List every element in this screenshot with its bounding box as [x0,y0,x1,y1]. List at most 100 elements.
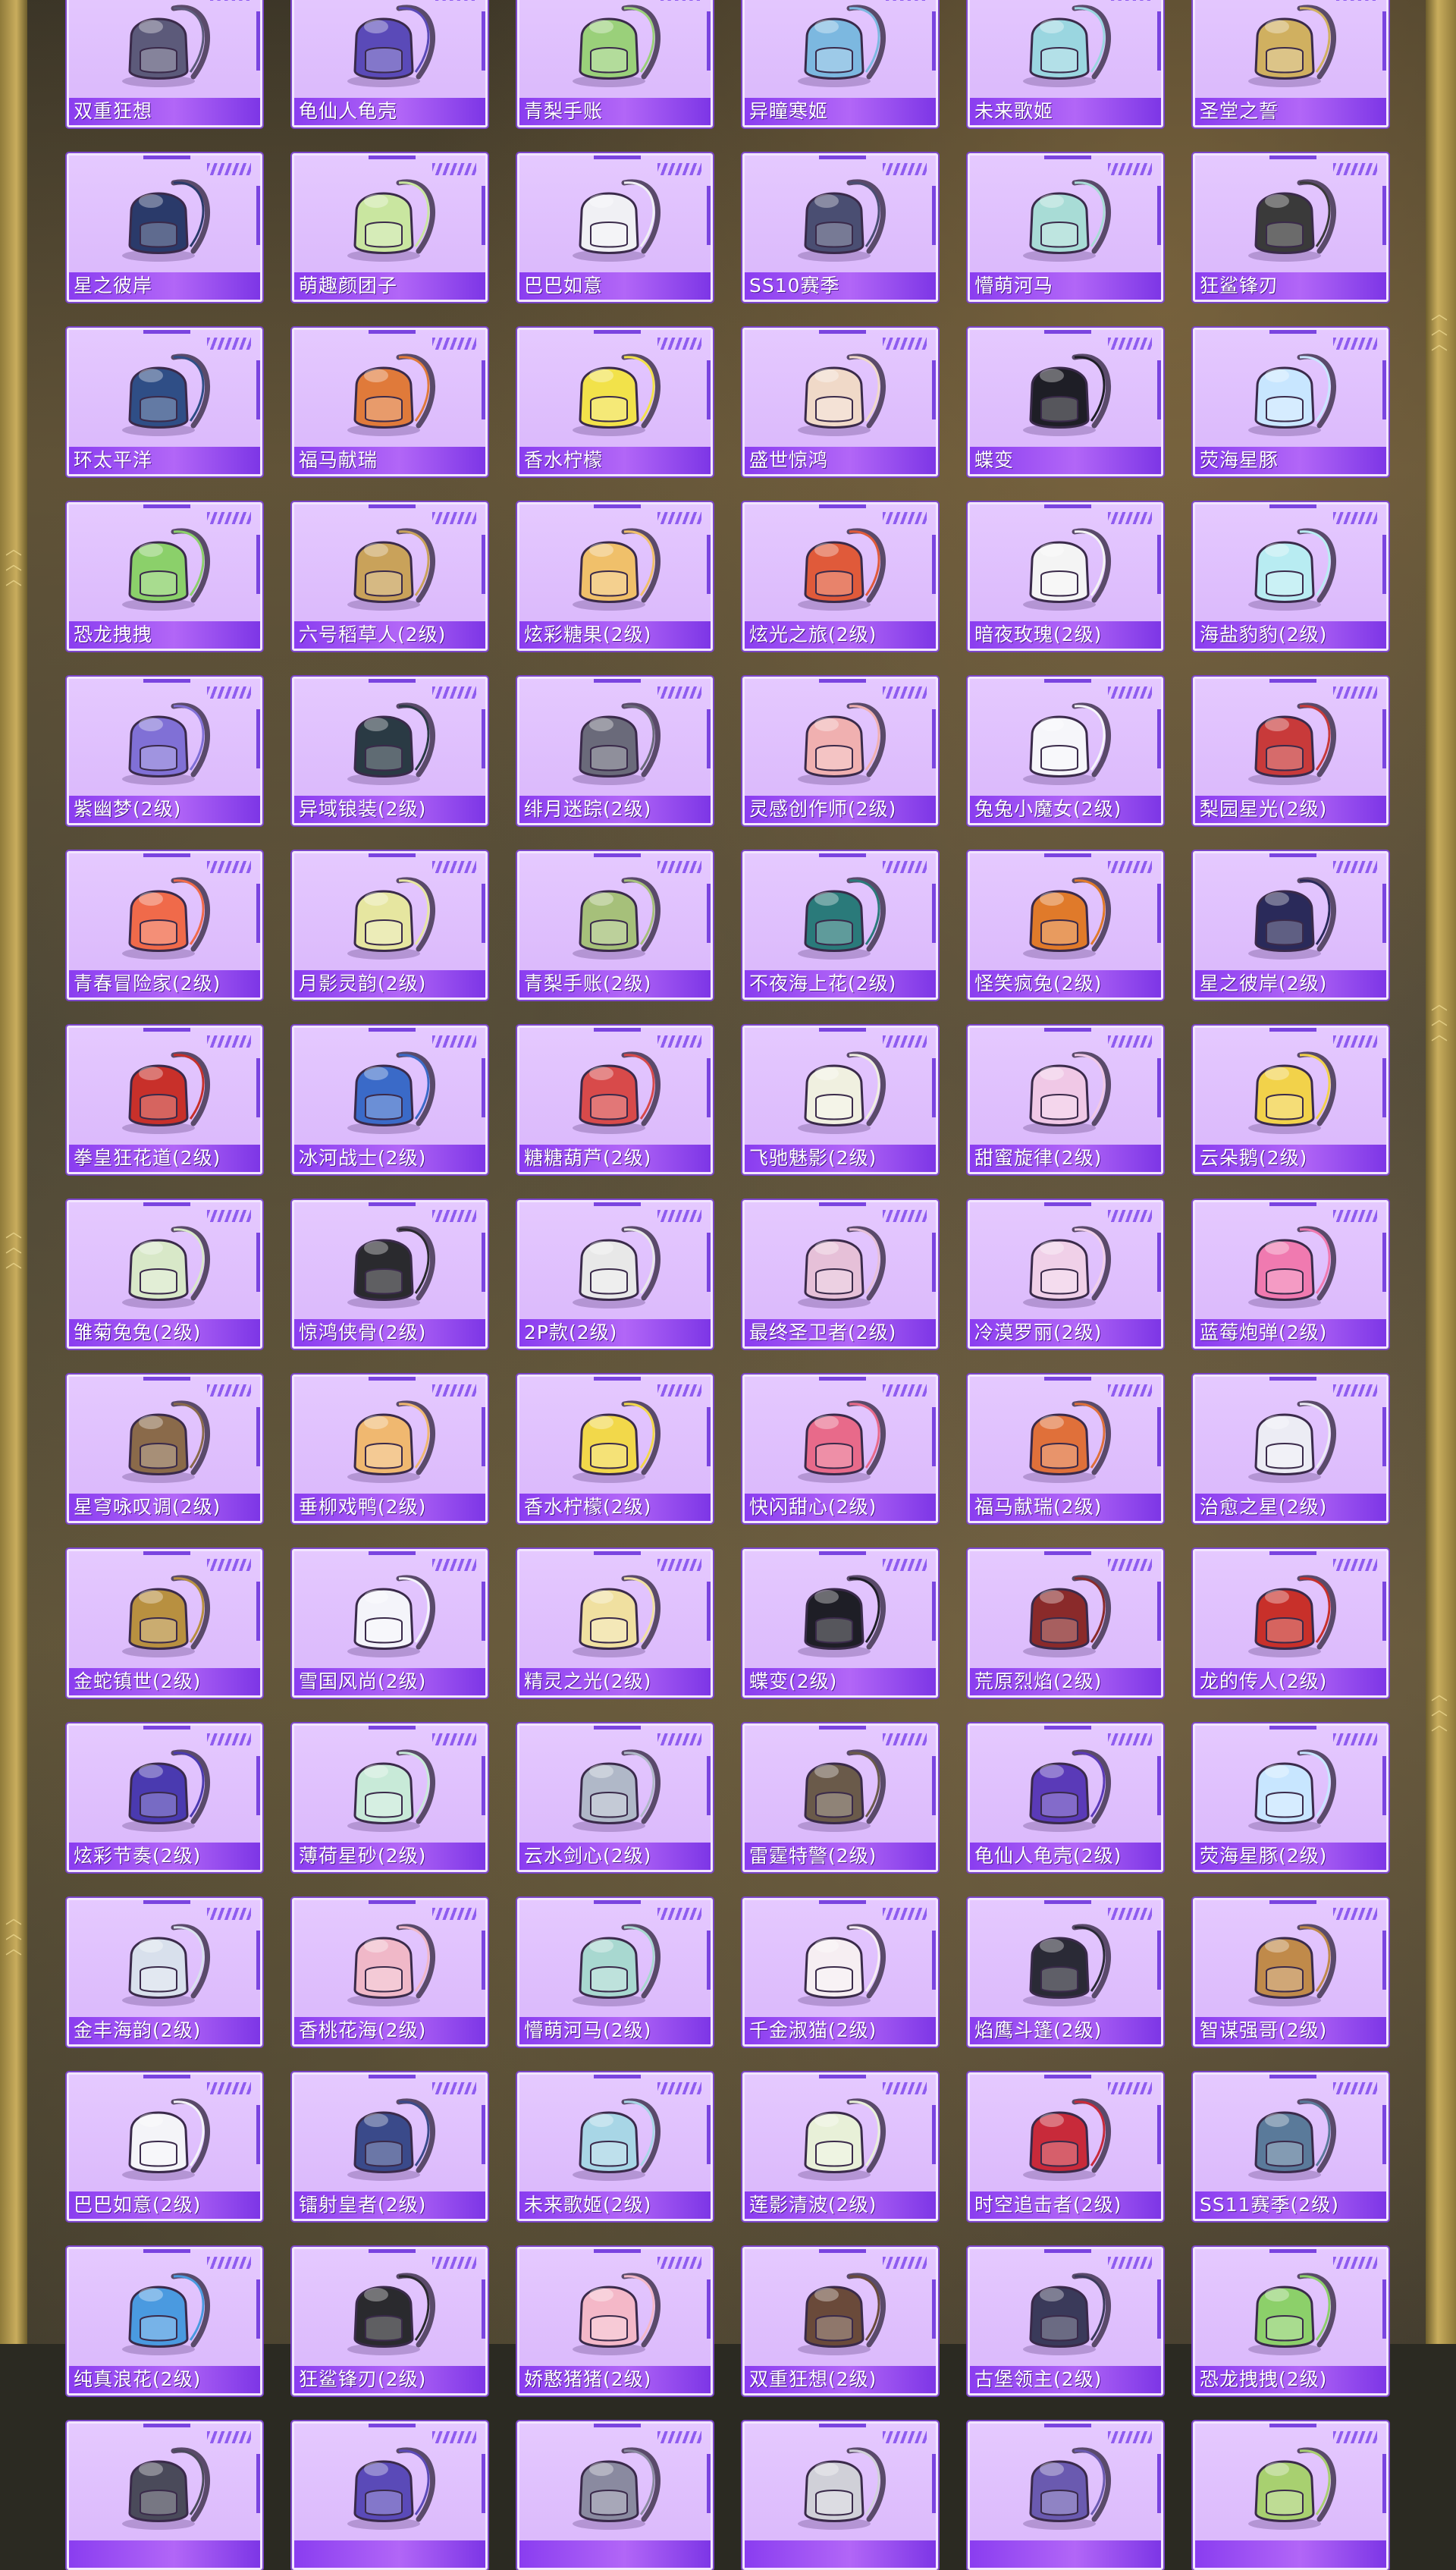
backpack-item-card[interactable]: 香桃花海(2级) [292,1898,488,2047]
backpack-item-card[interactable]: 六号稻草人(2级) [292,502,488,651]
backpack-item-card[interactable]: 荒原烈焰(2级) [968,1549,1163,1698]
backpack-item-card[interactable]: 圣堂之誓 [1193,0,1389,127]
backpack-item-card[interactable]: 恐龙拽拽 [67,502,262,651]
card-top-accent [1269,1377,1316,1381]
backpack-item-card[interactable]: 香水柠檬(2级) [517,1375,713,1523]
backpack-item-card[interactable]: 炫彩糖果(2级) [517,502,713,651]
backpack-item-card[interactable]: 星之彼岸(2级) [1193,851,1389,1000]
backpack-item-card[interactable]: 异瞳寒姬 [742,0,938,127]
item-name-label: 糖糖葫芦(2级) [519,1145,711,1172]
backpack-item-card[interactable]: 莲影清波(2级) [742,2072,938,2221]
backpack-item-card[interactable]: 海盐豹豹(2级) [1193,502,1389,651]
backpack-item-card[interactable]: 月影灵韵(2级) [292,851,488,1000]
backpack-item-card[interactable]: 巴巴如意(2级) [67,2072,262,2221]
backpack-item-card[interactable]: 焰鹰斗篷(2级) [968,1898,1163,2047]
backpack-item-card[interactable]: 梨园星光(2级) [1193,677,1389,825]
backpack-item-card[interactable]: 甜蜜旋律(2级) [968,1026,1163,1174]
backpack-item-card[interactable]: 双重狂想(2级) [742,2247,938,2396]
card-top-accent [1269,2424,1316,2427]
backpack-item-card[interactable]: 炫彩节奏(2级) [67,1723,262,1872]
backpack-item-card[interactable]: 娇憨猪猪(2级) [517,2247,713,2396]
backpack-item-card[interactable]: 2P款(2级) [517,1200,713,1349]
backpack-item-card[interactable]: 龟仙人龟壳(2级) [968,1723,1163,1872]
backpack-item-card[interactable]: 金丰海韵(2级) [67,1898,262,2047]
backpack-item-card[interactable]: 蝶变 [968,328,1163,476]
backpack-item-card[interactable]: 萌趣颜团子 [292,153,488,302]
backpack-item-card[interactable]: 雪国风尚(2级) [292,1549,488,1698]
backpack-item-card[interactable]: 青梨手账 [517,0,713,127]
item-name-label: 未来歌姬 [970,98,1161,125]
backpack-item-card[interactable]: 青梨手账(2级) [517,851,713,1000]
backpack-item-card[interactable]: 蝶变(2级) [742,1549,938,1698]
backpack-item-card[interactable]: 惊鸿侠骨(2级) [292,1200,488,1349]
backpack-item-card[interactable]: 未来歌姬(2级) [517,2072,713,2221]
backpack-item-card[interactable]: 古堡领主(2级) [968,2247,1163,2396]
card-top-accent [1269,1028,1316,1032]
backpack-item-card[interactable] [292,2421,488,2570]
backpack-item-card[interactable]: 蓝莓炮弹(2级) [1193,1200,1389,1349]
backpack-item-card[interactable]: 环太平洋 [67,328,262,476]
backpack-item-card[interactable] [1193,2421,1389,2570]
backpack-item-card[interactable]: 糖糖葫芦(2级) [517,1026,713,1174]
backpack-item-card[interactable]: 精灵之光(2级) [517,1549,713,1698]
backpack-item-card[interactable]: 时空追击者(2级) [968,2072,1163,2221]
backpack-item-card[interactable]: 狂鲨锋刃(2级) [292,2247,488,2396]
backpack-item-card[interactable]: 紫幽梦(2级) [67,677,262,825]
backpack-item-card[interactable]: 治愈之星(2级) [1193,1375,1389,1523]
card-side-accent [1157,186,1161,245]
backpack-item-card[interactable]: 快闪甜心(2级) [742,1375,938,1523]
backpack-item-card[interactable]: 雏菊兔兔(2级) [67,1200,262,1349]
backpack-item-card[interactable]: 最终圣卫者(2级) [742,1200,938,1349]
backpack-item-card[interactable]: 暗夜玫瑰(2级) [968,502,1163,651]
backpack-item-card[interactable]: 冷漠罗丽(2级) [968,1200,1163,1349]
backpack-item-card[interactable]: 冰河战士(2级) [292,1026,488,1174]
backpack-item-card[interactable]: SS11赛季(2级) [1193,2072,1389,2221]
backpack-item-card[interactable]: 金蛇镇世(2级) [67,1549,262,1698]
backpack-item-card[interactable]: 福马献瑞 [292,328,488,476]
backpack-item-card[interactable]: 千金淑猫(2级) [742,1898,938,2047]
backpack-item-card[interactable]: 炫光之旅(2级) [742,502,938,651]
backpack-item-card[interactable]: 福马献瑞(2级) [968,1375,1163,1523]
backpack-item-card[interactable]: 云水剑心(2级) [517,1723,713,1872]
backpack-item-card[interactable]: 香水柠檬 [517,328,713,476]
backpack-item-card[interactable]: 龟仙人龟壳 [292,0,488,127]
backpack-item-card[interactable]: 雷霆特警(2级) [742,1723,938,1872]
backpack-item-card[interactable]: 懵萌河马(2级) [517,1898,713,2047]
backpack-item-card[interactable]: 龙的传人(2级) [1193,1549,1389,1698]
backpack-item-card[interactable]: 垂柳戏鸭(2级) [292,1375,488,1523]
backpack-item-card[interactable]: 荧海星豚 [1193,328,1389,476]
backpack-item-card[interactable]: 双重狂想 [67,0,262,127]
card-top-accent [143,1377,190,1381]
backpack-item-card[interactable]: 绯月迷踪(2级) [517,677,713,825]
backpack-item-card[interactable] [742,2421,938,2570]
backpack-item-card[interactable]: 青春冒险家(2级) [67,851,262,1000]
backpack-item-card[interactable] [67,2421,262,2570]
backpack-item-card[interactable]: 薄荷星砂(2级) [292,1723,488,1872]
backpack-item-card[interactable]: 荧海星豚(2级) [1193,1723,1389,1872]
backpack-item-card[interactable] [968,2421,1163,2570]
backpack-item-card[interactable]: 飞驰魅影(2级) [742,1026,938,1174]
backpack-item-card[interactable]: 云朵鹅(2级) [1193,1026,1389,1174]
backpack-item-card[interactable]: 星之彼岸 [67,153,262,302]
backpack-item-card[interactable]: 恐龙拽拽(2级) [1193,2247,1389,2396]
backpack-item-card[interactable] [517,2421,713,2570]
backpack-item-card[interactable]: 异域锒装(2级) [292,677,488,825]
backpack-item-card[interactable]: 兔兔小魔女(2级) [968,677,1163,825]
backpack-item-card[interactable]: 狂鲨锋刃 [1193,153,1389,302]
backpack-item-card[interactable]: 巴巴如意 [517,153,713,302]
backpack-item-card[interactable]: 懵萌河马 [968,153,1163,302]
backpack-item-card[interactable]: 灵感创作师(2级) [742,677,938,825]
backpack-item-card[interactable]: 不夜海上花(2级) [742,851,938,1000]
backpack-item-card[interactable]: 怪笑疯兔(2级) [968,851,1163,1000]
backpack-item-card[interactable]: 拳皇狂花道(2级) [67,1026,262,1174]
backpack-icon [1248,528,1337,611]
backpack-item-card[interactable]: 盛世惊鸿 [742,328,938,476]
backpack-item-card[interactable]: 纯真浪花(2级) [67,2247,262,2396]
backpack-item-card[interactable]: 星穹咏叹调(2级) [67,1375,262,1523]
backpack-item-card[interactable]: 智谋强哥(2级) [1193,1898,1389,2047]
backpack-item-card[interactable]: SS10赛季 [742,153,938,302]
backpack-icon [573,2447,661,2530]
item-name-label: 海盐豹豹(2级) [1195,621,1386,649]
backpack-item-card[interactable]: 镭射皇者(2级) [292,2072,488,2221]
backpack-item-card[interactable]: 未来歌姬 [968,0,1163,127]
